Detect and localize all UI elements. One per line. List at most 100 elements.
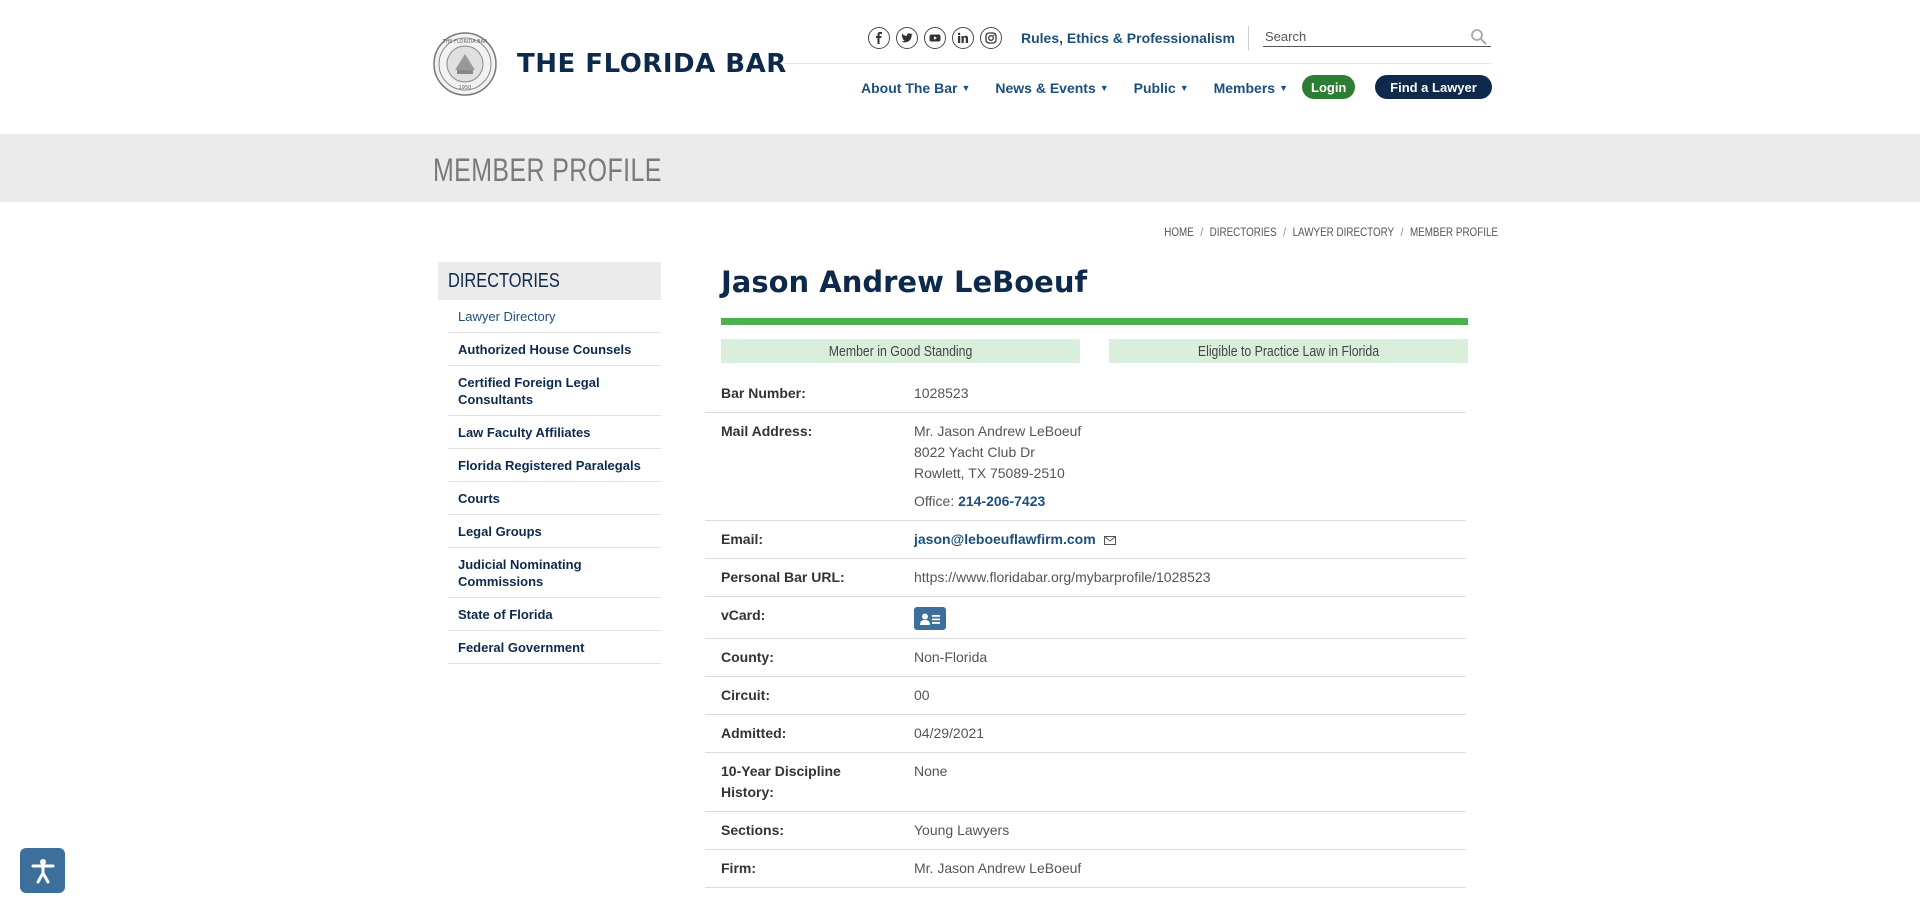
status-badge-eligible: Eligible to Practice Law in Florida: [1109, 339, 1468, 363]
firm-value: Mr. Jason Andrew LeBoeuf: [914, 860, 1082, 876]
status-bar: [721, 318, 1468, 325]
site-header: THE FLORIDA BAR 1950 THE FLORIDA BAR Rul…: [0, 0, 1920, 134]
sidebar-heading-label: DIRECTORIES: [448, 269, 560, 292]
nav-about-the-bar[interactable]: About The Bar ▼: [861, 80, 970, 96]
detail-row-bar-number: Bar Number: 1028523: [705, 375, 1466, 413]
sections-value: Young Lawyers: [914, 822, 1010, 838]
sidebar-item-certified-foreign-legal-consultants[interactable]: Certified Foreign Legal Consultants: [448, 366, 661, 416]
mail-line: Mr. Jason Andrew LeBoeuf: [914, 423, 1082, 439]
envelope-icon[interactable]: [1103, 535, 1116, 545]
accessibility-icon: [31, 858, 54, 883]
svg-text:THE FLORIDA BAR: THE FLORIDA BAR: [441, 39, 488, 45]
detail-row-vcard: vCard:: [705, 597, 1466, 639]
vcard-download-button[interactable]: [914, 607, 946, 630]
nav-news-events[interactable]: News & Events ▼: [995, 80, 1108, 96]
nav-label: News & Events: [995, 80, 1096, 96]
page-title: MEMBER PROFILE: [433, 152, 662, 188]
vcard-value: [914, 605, 946, 630]
detail-label: Email:: [721, 531, 764, 547]
email-value: jason@leboeuflawfirm.com: [914, 529, 1116, 550]
breadcrumb-lawyer-directory[interactable]: LAWYER DIRECTORY: [1293, 225, 1395, 239]
personal-bar-url-value[interactable]: https://www.floridabar.org/mybarprofile/…: [914, 567, 1211, 588]
login-button[interactable]: Login: [1302, 75, 1356, 99]
caret-down-icon: ▼: [1099, 83, 1109, 93]
detail-row-county: County: Non-Florida: [705, 639, 1466, 677]
linkedin-icon[interactable]: [952, 27, 974, 49]
breadcrumb-member-profile: MEMBER PROFILE: [1409, 225, 1498, 239]
page-banner: MEMBER PROFILE: [0, 134, 1920, 202]
detail-row-personal-bar-url: Personal Bar URL: https://www.floridabar…: [705, 559, 1466, 597]
social-links: [868, 27, 1002, 49]
search-icon[interactable]: [1470, 28, 1488, 46]
sidebar-item-courts[interactable]: Courts: [448, 482, 661, 515]
nav-public[interactable]: Public ▼: [1134, 80, 1189, 96]
admitted-value: 04/29/2021: [914, 725, 985, 741]
rules-ethics-link[interactable]: Rules, Ethics & Professionalism: [1021, 30, 1235, 46]
accessibility-button[interactable]: [20, 848, 65, 893]
breadcrumb-separator: /: [1400, 225, 1404, 239]
breadcrumb-separator: /: [1200, 225, 1204, 239]
site-logo[interactable]: THE FLORIDA BAR 1950 THE FLORIDA BAR: [433, 32, 787, 96]
search-input[interactable]: [1263, 27, 1491, 47]
detail-row-circuit: Circuit: 00: [705, 677, 1466, 715]
circuit-value: 00: [914, 687, 930, 703]
sidebar-item-lawyer-directory[interactable]: Lawyer Directory: [448, 300, 661, 333]
detail-row-admitted: Admitted: 04/29/2021: [705, 715, 1466, 753]
main-nav: About The Bar ▼ News & Events ▼ Public ▼ Me…: [861, 80, 1313, 96]
detail-label: County:: [721, 649, 774, 665]
youtube-icon[interactable]: [924, 27, 946, 49]
sidebar-item-law-faculty-affiliates[interactable]: Law Faculty Affiliates: [448, 416, 661, 449]
caret-down-icon: ▼: [1279, 83, 1288, 93]
nav-label: About The Bar: [861, 80, 958, 96]
detail-label: Sections:: [721, 822, 785, 838]
profile-details: Bar Number: 1028523 Mail Address: Mr. Ja…: [705, 375, 1466, 888]
instagram-icon[interactable]: [980, 27, 1002, 49]
florida-bar-seal-icon: THE FLORIDA BAR 1950: [433, 32, 497, 96]
detail-label: vCard:: [721, 607, 766, 623]
detail-label: Personal Bar URL:: [721, 569, 845, 585]
nav-members[interactable]: Members ▼: [1214, 80, 1288, 96]
member-profile: Jason Andrew LeBoeuf Member in Good Stan…: [705, 262, 1482, 888]
detail-label: Admitted:: [721, 725, 787, 741]
detail-row-mail-address: Mail Address: Mr. Jason Andrew LeBoeuf 8…: [705, 413, 1466, 521]
detail-row-email: Email: jason@leboeuflawfirm.com: [705, 521, 1466, 559]
status-label: Eligible to Practice Law in Florida: [1197, 342, 1380, 360]
detail-label: Bar Number:: [721, 385, 806, 401]
detail-label: Mail Address:: [721, 423, 813, 439]
mail-address-value: Mr. Jason Andrew LeBoeuf 8022 Yacht Club…: [914, 421, 1081, 512]
sidebar-item-authorized-house-counsels[interactable]: Authorized House Counsels: [448, 333, 661, 366]
nav-divider: [783, 63, 1491, 64]
svg-text:1950: 1950: [459, 85, 472, 91]
status-label: Member in Good Standing: [828, 342, 973, 360]
detail-label: Firm:: [721, 860, 756, 876]
twitter-icon[interactable]: [896, 27, 918, 49]
email-link[interactable]: jason@leboeuflawfirm.com: [914, 531, 1096, 547]
nav-label: Members: [1213, 80, 1276, 96]
sidebar-heading: DIRECTORIES: [438, 262, 661, 300]
office-phone-line: Office: 214-206-7423: [914, 491, 1081, 512]
detail-row-firm: Firm: Mr. Jason Andrew LeBoeuf: [705, 850, 1466, 888]
county-value: Non-Florida: [914, 649, 988, 665]
caret-down-icon: ▼: [1179, 83, 1189, 93]
mail-line: 8022 Yacht Club Dr: [914, 444, 1035, 460]
sidebar-item-florida-registered-paralegals[interactable]: Florida Registered Paralegals: [448, 449, 661, 482]
breadcrumb-home[interactable]: HOME: [1164, 225, 1194, 239]
detail-row-sections: Sections: Young Lawyers: [705, 812, 1466, 850]
sidebar-item-legal-groups[interactable]: Legal Groups: [448, 515, 661, 548]
brand-name[interactable]: THE FLORIDA BAR: [517, 49, 787, 79]
find-a-lawyer-button[interactable]: Find a Lawyer: [1375, 75, 1492, 99]
status-badge-good-standing: Member in Good Standing: [721, 339, 1080, 363]
member-name: Jason Andrew LeBoeuf: [721, 265, 1088, 299]
facebook-icon[interactable]: [868, 27, 890, 49]
detail-row-discipline-history: 10-Year Discipline History: None: [705, 753, 1466, 812]
breadcrumb: HOME / DIRECTORIES / LAWYER DIRECTORY / …: [1164, 225, 1498, 239]
sidebar-item-federal-government[interactable]: Federal Government: [448, 631, 661, 664]
sidebar-item-judicial-nominating-commissions[interactable]: Judicial Nominating Commissions: [448, 548, 661, 598]
sidebar-item-state-of-florida[interactable]: State of Florida: [448, 598, 661, 631]
bar-number-value: 1028523: [914, 385, 969, 401]
sidebar-list: Lawyer Directory Authorized House Counse…: [448, 300, 661, 664]
breadcrumb-directories[interactable]: DIRECTORIES: [1210, 225, 1277, 239]
office-phone-link[interactable]: 214-206-7423: [958, 493, 1045, 509]
detail-label: Circuit:: [721, 687, 770, 703]
contact-card-icon: [920, 613, 940, 625]
